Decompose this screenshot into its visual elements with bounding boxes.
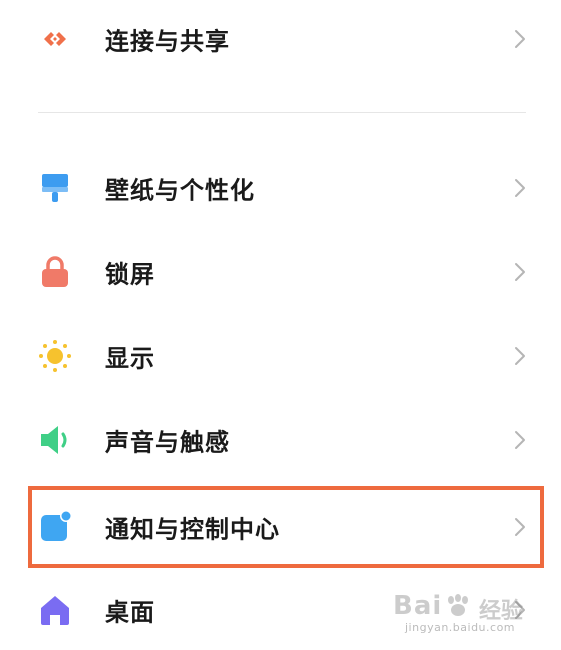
chevron-right-icon (513, 177, 527, 199)
settings-item-display[interactable]: 显示 (0, 314, 561, 398)
lock-icon (36, 253, 74, 291)
connect-share-icon (36, 20, 74, 58)
settings-item-desktop[interactable]: 桌面 (0, 570, 561, 650)
settings-item-label: 显示 (105, 344, 155, 373)
settings-item-label: 通知与控制中心 (105, 515, 280, 544)
chevron-right-icon (513, 261, 527, 283)
speaker-icon (36, 421, 74, 459)
settings-item-notifications[interactable]: 通知与控制中心 (0, 485, 561, 569)
settings-item-label: 桌面 (105, 598, 155, 627)
settings-item-sound[interactable]: 声音与触感 (0, 398, 561, 482)
settings-item-label: 锁屏 (105, 260, 155, 289)
sun-icon (36, 337, 74, 375)
settings-item-label: 连接与共享 (105, 27, 230, 56)
notification-icon (36, 508, 74, 546)
settings-item-connect-share[interactable]: 连接与共享 (0, 0, 561, 78)
settings-item-lockscreen[interactable]: 锁屏 (0, 230, 561, 314)
settings-item-label: 声音与触感 (105, 428, 230, 457)
chevron-right-icon (513, 429, 527, 451)
chevron-right-icon (513, 28, 527, 50)
chevron-right-icon (513, 599, 527, 621)
home-icon (36, 591, 74, 629)
chevron-right-icon (513, 345, 527, 367)
section-divider (38, 112, 526, 113)
chevron-right-icon (513, 516, 527, 538)
settings-item-wallpaper[interactable]: 壁纸与个性化 (0, 146, 561, 230)
paint-brush-icon (36, 169, 74, 207)
settings-item-label: 壁纸与个性化 (105, 176, 255, 205)
